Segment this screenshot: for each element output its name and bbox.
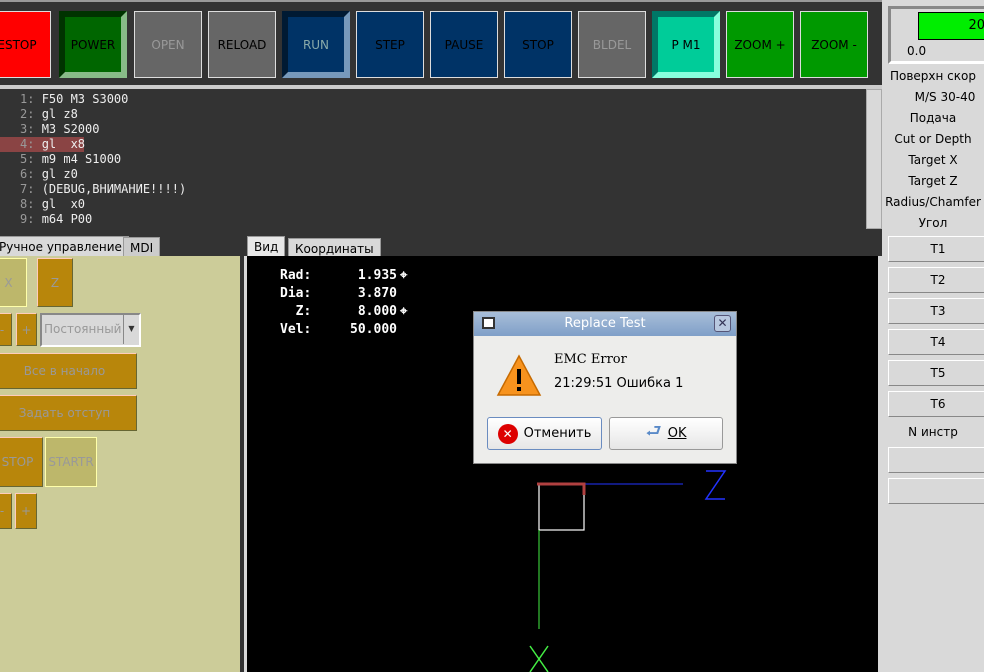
tab-view[interactable]: Вид bbox=[247, 236, 286, 257]
line-number: 2: bbox=[20, 107, 35, 121]
zoom-button[interactable]: ZOOM - bbox=[800, 11, 868, 78]
speed-gauge: 20 0.0 bbox=[888, 6, 984, 64]
line-text: gl z0 bbox=[41, 167, 78, 181]
gauge-value: 20 bbox=[918, 12, 984, 40]
chevron-down-icon: ▼ bbox=[123, 315, 139, 344]
z-axis-letter bbox=[704, 470, 727, 500]
warning-icon bbox=[496, 354, 542, 396]
param-label: M/S 30-40 bbox=[914, 90, 976, 104]
gauge-min: 0.0 bbox=[907, 44, 927, 58]
spindle-stop-button[interactable]: STOP bbox=[0, 437, 43, 487]
tool-number-field[interactable] bbox=[888, 447, 984, 473]
tool-t3-button[interactable]: T3 bbox=[888, 298, 984, 324]
dialog-title: Replace Test bbox=[564, 316, 646, 331]
code-line[interactable]: 4: gl x8 bbox=[0, 137, 866, 152]
tool-extra-field[interactable] bbox=[888, 478, 984, 504]
tab-coordinates[interactable]: Координаты bbox=[288, 238, 381, 257]
pause-button[interactable]: PAUSE bbox=[430, 11, 498, 78]
jog-minus-button[interactable]: - bbox=[0, 313, 12, 346]
run-button[interactable]: RUN bbox=[282, 11, 350, 78]
param-label: Подача bbox=[909, 111, 957, 125]
line-number: 3: bbox=[20, 122, 35, 136]
line-text: m64 P00 bbox=[41, 212, 93, 226]
param-label: Cut or Depth bbox=[894, 132, 972, 146]
axis-x-button[interactable]: X bbox=[0, 258, 27, 307]
x-axis-letter bbox=[529, 645, 549, 672]
line-number: 1: bbox=[20, 92, 35, 106]
toolpath-feed bbox=[538, 483, 585, 531]
dialog-heading: EMC Error bbox=[554, 352, 627, 367]
line-number: 5: bbox=[20, 152, 35, 166]
zoom-button[interactable]: ZOOM + bbox=[726, 11, 794, 78]
param-label: Target X bbox=[908, 153, 958, 167]
spindle-minus-button[interactable]: - bbox=[0, 493, 12, 529]
jog-mode-select[interactable]: Постоянный ▼ bbox=[40, 313, 141, 347]
stop-button[interactable]: STOP bbox=[504, 11, 572, 78]
line-number: 4: bbox=[20, 137, 35, 151]
jog-mode-value: Постоянный bbox=[44, 322, 122, 336]
toolpath-executed bbox=[537, 482, 586, 495]
tool-t5-button[interactable]: T5 bbox=[888, 360, 984, 386]
code-line[interactable]: 1: F50 M3 S3000 bbox=[0, 92, 866, 107]
ok-button[interactable]: ⮐ OK bbox=[609, 417, 723, 450]
line-number: 9: bbox=[20, 212, 35, 226]
line-text: M3 S2000 bbox=[41, 122, 100, 136]
tab-manual[interactable]: Ручное управление bbox=[0, 236, 129, 257]
reload-button[interactable]: RELOAD bbox=[208, 11, 276, 78]
step-button[interactable]: STEP bbox=[356, 11, 424, 78]
code-line[interactable]: 2: gl z8 bbox=[0, 107, 866, 122]
manual-control-panel: X Z - + Постоянный ▼ Все в начало Задать… bbox=[0, 256, 240, 672]
param-label: Угол bbox=[918, 216, 948, 230]
param-label: Target Z bbox=[908, 174, 958, 188]
line-text: F50 M3 S3000 bbox=[41, 92, 129, 106]
cancel-label: Отменить bbox=[523, 426, 592, 441]
jog-plus-button[interactable]: + bbox=[16, 313, 37, 346]
home-all-button[interactable]: Все в начало bbox=[0, 353, 137, 389]
param-label: Поверхн скор bbox=[889, 69, 976, 83]
code-line[interactable]: 5: m9 m4 S1000 bbox=[0, 152, 866, 167]
bldel-button[interactable]: BLDEL bbox=[578, 11, 646, 78]
line-number: 8: bbox=[20, 197, 35, 211]
tool-t4-button[interactable]: T4 bbox=[888, 329, 984, 355]
estop-button[interactable]: ESTOP bbox=[0, 11, 51, 78]
line-text: gl x0 bbox=[41, 197, 86, 211]
line-number: 7: bbox=[20, 182, 35, 196]
code-line[interactable]: 6: gl z0 bbox=[0, 167, 866, 182]
open-button[interactable]: OPEN bbox=[134, 11, 202, 78]
enter-arrow-icon: ⮐ bbox=[645, 420, 662, 442]
code-line[interactable]: 9: m64 P00 bbox=[0, 212, 866, 227]
tab-mdi[interactable]: MDI bbox=[123, 237, 161, 258]
gcode-listing[interactable]: 1: F50 M3 S3000 2: gl z8 3: M3 S2000 4: gl … bbox=[0, 89, 866, 229]
line-text: m9 m4 S1000 bbox=[41, 152, 122, 166]
set-offset-button[interactable]: Задать отступ bbox=[0, 395, 137, 431]
line-number: 6: bbox=[20, 167, 35, 181]
close-icon[interactable]: ✕ bbox=[714, 315, 731, 332]
dialog-titlebar[interactable]: Replace Test ✕ bbox=[474, 312, 736, 336]
axis-z-button[interactable]: Z bbox=[37, 258, 73, 307]
code-scrollbar[interactable] bbox=[866, 89, 882, 229]
code-line[interactable]: 8: gl x0 bbox=[0, 197, 866, 212]
line-text: gl x8 bbox=[41, 137, 86, 151]
param-label: Radius/Chamfer bbox=[885, 195, 981, 209]
tool-number-label: N инстр bbox=[908, 425, 958, 439]
toolbar: ESTOP POWER OPEN RELOAD RUN STEP PAUSE STOP BLDE… bbox=[0, 0, 882, 86]
cancel-button[interactable]: ✕ Отменить bbox=[487, 417, 602, 450]
dialog-message: 21:29:51 Ошибка 1 bbox=[554, 376, 684, 391]
spindle-start-button[interactable]: STARTR bbox=[45, 437, 97, 487]
ok-label: OK bbox=[667, 426, 687, 441]
power-button[interactable]: POWER bbox=[59, 11, 127, 78]
line-text: gl z8 bbox=[41, 107, 78, 121]
right-panel: 20 0.0 Поверхн скор M/S 30-40 Подача Cut or… bbox=[882, 0, 984, 672]
tool-t6-button[interactable]: T6 bbox=[888, 391, 984, 417]
p-m1-button[interactable]: P M1 bbox=[652, 11, 720, 78]
spindle-plus-button[interactable]: + bbox=[15, 493, 37, 529]
error-dialog: Replace Test ✕ EMC Error 21:29:51 Ошибка… bbox=[473, 311, 737, 464]
tool-t1-button[interactable]: T1 bbox=[888, 236, 984, 262]
tool-t2-button[interactable]: T2 bbox=[888, 267, 984, 293]
window-menu-icon[interactable] bbox=[482, 317, 495, 329]
cancel-icon: ✕ bbox=[497, 423, 518, 444]
line-text: (DEBUG,ВНИМАНИЕ!!!!) bbox=[41, 182, 187, 196]
code-line[interactable]: 3: M3 S2000 bbox=[0, 122, 866, 137]
code-line[interactable]: 7: (DEBUG,ВНИМАНИЕ!!!!) bbox=[0, 182, 866, 197]
